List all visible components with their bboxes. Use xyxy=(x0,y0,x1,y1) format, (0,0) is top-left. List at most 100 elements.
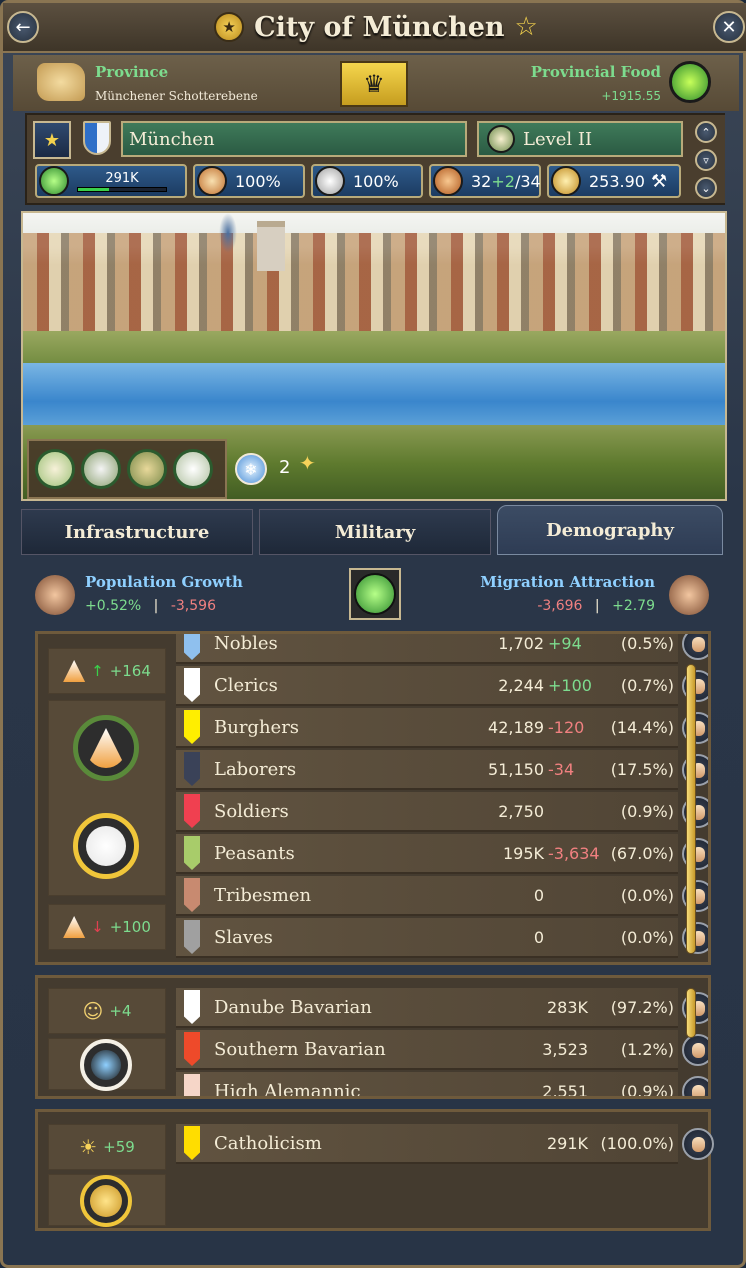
pop-demotion[interactable]: ↓ +100 xyxy=(48,904,166,950)
list-item[interactable]: Slaves 0 (0.0%) xyxy=(176,918,708,958)
window-title: City of München xyxy=(254,11,505,43)
pop-portrait-button[interactable] xyxy=(682,1128,714,1160)
flag-icon xyxy=(184,634,200,660)
row-count: 1,702 xyxy=(498,633,544,653)
row-percent: (17.5%) xyxy=(610,759,674,779)
row-count: 195K xyxy=(502,843,544,863)
flag-icon xyxy=(184,836,200,870)
scroll-up-button[interactable]: ⌃ xyxy=(695,121,717,143)
culture-ring-cell xyxy=(48,1038,166,1091)
modifier-count: 2 xyxy=(279,457,291,478)
religion-ring-cell xyxy=(48,1174,166,1227)
growth-sep: | xyxy=(153,598,159,614)
row-name: Slaves xyxy=(214,926,273,948)
scroll-down-button[interactable]: ⌄ xyxy=(695,177,717,199)
culture-button[interactable] xyxy=(80,1039,132,1091)
row-count: 42,189 xyxy=(488,717,544,737)
shield-icon[interactable] xyxy=(83,121,111,155)
list-item[interactable]: High Alemannic 2,551 (0.9%) xyxy=(176,1072,708,1099)
culture-mask-button[interactable] xyxy=(349,568,401,620)
row-percent: (0.0%) xyxy=(620,885,674,905)
church-tower xyxy=(257,221,285,271)
religion-button[interactable] xyxy=(80,1175,132,1227)
close-button[interactable]: ✕ xyxy=(713,11,745,43)
stat-3[interactable]: 100% xyxy=(311,164,423,198)
pop-building-button[interactable] xyxy=(73,813,139,879)
tab-demography[interactable]: Demography xyxy=(497,505,723,555)
row-percent: (0.9%) xyxy=(620,1081,674,1099)
snowflake-icon[interactable]: ❄ xyxy=(235,453,267,485)
sparkle-icon[interactable]: ✦ xyxy=(299,451,316,475)
castle-icon xyxy=(487,125,515,153)
city-rank-button[interactable]: ★ xyxy=(33,121,71,159)
military-current: 32 xyxy=(471,171,492,191)
row-change: -3,634 xyxy=(548,843,600,863)
tax-stat[interactable]: 253.90 ⚒ xyxy=(547,164,681,198)
pop-portrait-button[interactable] xyxy=(682,1076,708,1096)
list-item[interactable]: Clerics 2,244 +100 (0.7%) xyxy=(176,666,708,706)
pop-portrait-button[interactable] xyxy=(682,634,708,660)
population-value: 291K xyxy=(105,170,139,186)
province-label[interactable]: Province xyxy=(95,63,168,81)
list-item[interactable]: Catholicism 291K (100.0%) xyxy=(176,1124,714,1164)
winter-weather-icon[interactable] xyxy=(81,449,121,489)
list-item[interactable]: Burghers 42,189 -120 (14.4%) xyxy=(176,708,708,748)
population-stat[interactable]: 291K xyxy=(35,164,187,198)
row-percent: (100.0%) xyxy=(600,1133,675,1153)
back-button[interactable]: ← xyxy=(7,11,39,43)
row-percent: (1.2%) xyxy=(620,1039,674,1059)
food-apple-icon[interactable] xyxy=(669,61,711,103)
migration-values: -3,696 | +2.79 xyxy=(537,598,655,614)
hammer-icon: ⚒ xyxy=(650,170,668,192)
close-icon: ✕ xyxy=(721,16,737,38)
tab-infrastructure[interactable]: Infrastructure xyxy=(21,509,253,555)
row-count: 2,244 xyxy=(498,675,544,695)
river xyxy=(23,363,725,427)
military-stat[interactable]: 32 +2/34 xyxy=(429,164,541,198)
river-bank xyxy=(23,331,725,367)
stat-2[interactable]: 100% xyxy=(193,164,305,198)
list-item[interactable]: Danube Bavarian 283K (97.2%) xyxy=(176,988,708,1028)
list-item[interactable]: Laborers 51,150 -34 (17.5%) xyxy=(176,750,708,790)
pyramid-down-icon xyxy=(63,916,86,938)
row-percent: (0.0%) xyxy=(620,927,674,947)
province-name[interactable]: Münchener Schotterebene xyxy=(95,89,258,103)
wheat-icon[interactable] xyxy=(127,449,167,489)
religion-conversion[interactable]: ☀ +59 xyxy=(48,1124,166,1170)
cotton-icon[interactable] xyxy=(173,449,213,489)
pyramid-up-icon xyxy=(63,660,86,682)
row-percent: (97.2%) xyxy=(610,997,674,1017)
pop-promotion[interactable]: ↑ +164 xyxy=(48,648,166,694)
row-name: Peasants xyxy=(214,842,295,864)
flag-icon xyxy=(184,990,200,1024)
row-name: Soldiers xyxy=(214,800,289,822)
culture-conversion[interactable]: ☺ +4 xyxy=(48,988,166,1034)
migration-percent: +2.79 xyxy=(612,598,655,614)
growth-value: -3,596 xyxy=(170,598,216,614)
city-level[interactable]: Level II xyxy=(477,121,683,157)
row-change: -120 xyxy=(548,717,585,737)
chimney-smoke xyxy=(219,213,237,253)
religion-panel: ☀ +59 Catholicism 291K (100.0%) xyxy=(35,1109,714,1231)
food-label: Provincial Food xyxy=(530,63,661,81)
sun-icon: ☀ xyxy=(79,1135,98,1159)
list-item[interactable]: Soldiers 2,750 (0.9%) xyxy=(176,792,708,832)
horse-icon xyxy=(433,166,463,196)
city-name-field[interactable]: München xyxy=(121,121,467,157)
pop-portrait-button[interactable] xyxy=(682,1034,708,1066)
population-growth-label: Population Growth xyxy=(85,573,243,591)
list-item[interactable]: Peasants 195K -3,634 (67.0%) xyxy=(176,834,708,874)
list-item[interactable]: Nobles 1,702 +94 (0.5%) xyxy=(176,633,708,664)
coins-icon xyxy=(551,166,581,196)
culture-scrollbar[interactable] xyxy=(686,988,696,1038)
coat-of-arms-eagle-icon[interactable]: ♛ xyxy=(340,61,408,107)
list-item[interactable]: Tribesmen 0 (0.0%) xyxy=(176,876,708,916)
city-rank-icon: ★ xyxy=(214,12,245,42)
plains-icon[interactable] xyxy=(35,449,75,489)
pop-scrollbar[interactable] xyxy=(686,664,696,954)
list-item[interactable]: Southern Bavarian 3,523 (1.2%) xyxy=(176,1030,708,1070)
favorite-star-icon[interactable]: ☆ xyxy=(515,12,538,42)
tab-military[interactable]: Military xyxy=(259,509,491,555)
pop-pyramid-button[interactable] xyxy=(73,715,139,781)
filter-button[interactable]: ▿ xyxy=(695,149,717,171)
